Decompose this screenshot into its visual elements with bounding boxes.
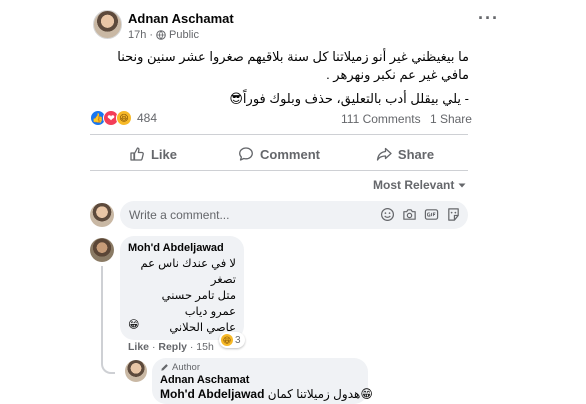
comment-reaction-count: 3 <box>235 334 241 346</box>
comment-sort-dropdown[interactable]: Most Relevant <box>373 178 467 192</box>
author-badge: Author <box>160 362 360 373</box>
pencil-icon <box>161 364 168 371</box>
share-icon <box>376 147 392 161</box>
separator-dot: · <box>151 341 156 353</box>
composer-tools <box>380 207 461 222</box>
comment-composer[interactable] <box>120 201 468 229</box>
comment-line: عمرو دياب <box>184 306 236 318</box>
sort-label: Most Relevant <box>373 178 455 192</box>
divider <box>90 134 468 135</box>
reply-text: Moh'd Abdeljawad هدول زميلاتنا كمان😁 <box>160 387 373 401</box>
post-actions: Like Comment Share <box>90 140 468 168</box>
meta-separator: · <box>149 29 154 41</box>
author-badge-label: Author <box>172 362 200 373</box>
mention-link[interactable]: Moh'd Abdeljawad <box>160 387 264 401</box>
author-name[interactable]: Adnan Aschamat <box>128 11 234 26</box>
camera-icon[interactable] <box>402 207 417 222</box>
comment-button[interactable]: Comment <box>216 140 342 168</box>
comment-text: لا في عندك ناس عم تصغر متل تامر حسني عمر… <box>128 256 236 336</box>
comment-icon <box>239 147 253 161</box>
comment-bubble: Moh'd Abdeljawad لا في عندك ناس عم تصغر … <box>120 236 244 340</box>
comment-line: لا في عندك ناس عم تصغر <box>140 258 236 286</box>
author-avatar[interactable] <box>93 10 122 39</box>
reaction-count[interactable]: 484 <box>137 111 157 125</box>
gif-icon[interactable] <box>424 207 439 222</box>
share-label: Share <box>397 146 435 162</box>
sticker-icon[interactable] <box>446 207 461 222</box>
viewer-avatar <box>90 203 114 227</box>
more-options-icon[interactable]: ··· <box>478 8 499 29</box>
commenter-avatar[interactable] <box>90 238 114 262</box>
privacy-label: Public <box>169 29 199 41</box>
post-stats: 111 Comments 1 Share <box>341 112 478 126</box>
post-meta: 17h · Public <box>128 29 199 41</box>
post-text-line: ما بيغيظني غير أنو زميلاتنا كل سنة بلاقي… <box>117 49 469 82</box>
haha-reaction-icon: 😆 <box>221 334 233 346</box>
comment-time[interactable]: 15h <box>196 341 214 353</box>
post-time[interactable]: 17h <box>128 29 146 41</box>
shares-count[interactable]: 1 Share <box>430 112 472 126</box>
reply-message: هدول زميلاتنا كمان😁 <box>267 387 373 401</box>
facebook-post: Adnan Aschamat 17h · Public ··· ما بيغيظ… <box>0 0 586 404</box>
comment-label: Comment <box>260 146 320 162</box>
comment-reactions[interactable]: 😆 3 <box>219 332 245 348</box>
post-text: ما بيغيظني غير أنو زميلاتنا كل سنة بلاقي… <box>109 48 469 114</box>
post-text-line: - يلي بيقلل أدب بالتعليق، حذف وبلوك فورا… <box>229 91 469 106</box>
caret-down-icon <box>458 183 466 188</box>
comment-line: متل تامر حسني <box>161 290 236 302</box>
comment-reply-link[interactable]: Reply <box>158 341 187 353</box>
reply-bubble: Author Adnan Aschamat Moh'd Abdeljawad ه… <box>152 358 373 404</box>
globe-icon <box>156 30 166 40</box>
comment-emoji: 😁 <box>128 319 140 331</box>
separator-dot: · <box>189 341 194 353</box>
emoji-icon[interactable] <box>380 207 395 222</box>
reply-author-name[interactable]: Adnan Aschamat <box>160 374 360 386</box>
like-label: Like <box>150 146 177 162</box>
comment-actions: Like · Reply · 15h <box>128 341 214 353</box>
share-button[interactable]: Share <box>342 140 468 168</box>
comment-input[interactable] <box>129 208 369 222</box>
like-button[interactable]: Like <box>90 140 216 168</box>
reply-author-avatar[interactable] <box>125 360 147 382</box>
comments-count[interactable]: 111 Comments <box>341 112 421 126</box>
divider <box>90 170 468 171</box>
comment-like-link[interactable]: Like <box>128 341 149 353</box>
haha-reaction-icon: 😆 <box>116 110 132 126</box>
comment-line: عاصي الحلاني <box>169 322 236 334</box>
thumbs-up-icon <box>130 147 144 161</box>
reaction-summary[interactable]: 👍 ❤ 😆 484 <box>90 110 157 126</box>
commenter-name[interactable]: Moh'd Abdeljawad <box>128 242 236 254</box>
reply-thread-line <box>101 266 115 374</box>
